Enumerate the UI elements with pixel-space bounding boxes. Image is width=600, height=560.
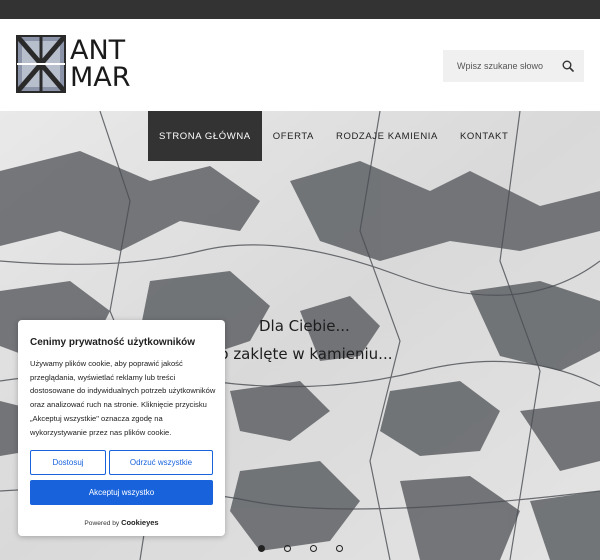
reject-all-button[interactable]: Odrzuć wszystkie xyxy=(109,450,213,475)
logo-line-1: ANT xyxy=(70,35,126,66)
cookie-title: Cenimy prywatność użytkowników xyxy=(30,337,196,348)
hero-heading-line-1: Dla Ciebie... xyxy=(259,317,350,335)
powered-by-brand[interactable]: Cookieyes xyxy=(121,518,159,527)
search-input[interactable] xyxy=(443,50,553,82)
slider-pagination xyxy=(258,545,362,552)
logo-line-2: MAR xyxy=(70,62,131,93)
logo-text: ANT MAR xyxy=(70,37,131,91)
top-bar xyxy=(0,0,600,19)
powered-by-prefix: Powered by xyxy=(84,520,120,527)
slider-dot-2[interactable] xyxy=(284,545,291,552)
accept-all-button[interactable]: Akceptuj wszystko xyxy=(30,480,213,505)
nav-item-contact[interactable]: KONTAKT xyxy=(449,111,519,161)
nav-item-offer[interactable]: OFERTA xyxy=(262,111,325,161)
slider-dot-1[interactable] xyxy=(258,545,265,552)
customize-button[interactable]: Dostosuj xyxy=(30,450,106,475)
main-nav: STRONA GŁÓWNA OFERTA RODZAJE KAMIENIA KO… xyxy=(148,111,519,161)
cookie-description: Używamy plików cookie, aby poprawić jako… xyxy=(30,359,216,437)
cookie-consent-dialog: Cenimy prywatność użytkowników Używamy p… xyxy=(18,320,225,536)
nav-item-home[interactable]: STRONA GŁÓWNA xyxy=(148,111,262,161)
search-box xyxy=(443,50,584,82)
header: ANT MAR xyxy=(0,19,600,111)
nav-item-stone-types[interactable]: RODZAJE KAMIENIA xyxy=(325,111,449,161)
search-icon xyxy=(562,60,574,72)
search-button[interactable] xyxy=(553,50,583,82)
slider-dot-3[interactable] xyxy=(310,545,317,552)
powered-by: Powered by Cookieyes xyxy=(18,518,225,527)
cookie-button-row: Dostosuj Odrzuć wszystkie xyxy=(30,450,213,475)
slider-dot-4[interactable] xyxy=(336,545,343,552)
logo-mark-icon xyxy=(16,35,66,93)
logo[interactable]: ANT MAR xyxy=(16,34,142,94)
